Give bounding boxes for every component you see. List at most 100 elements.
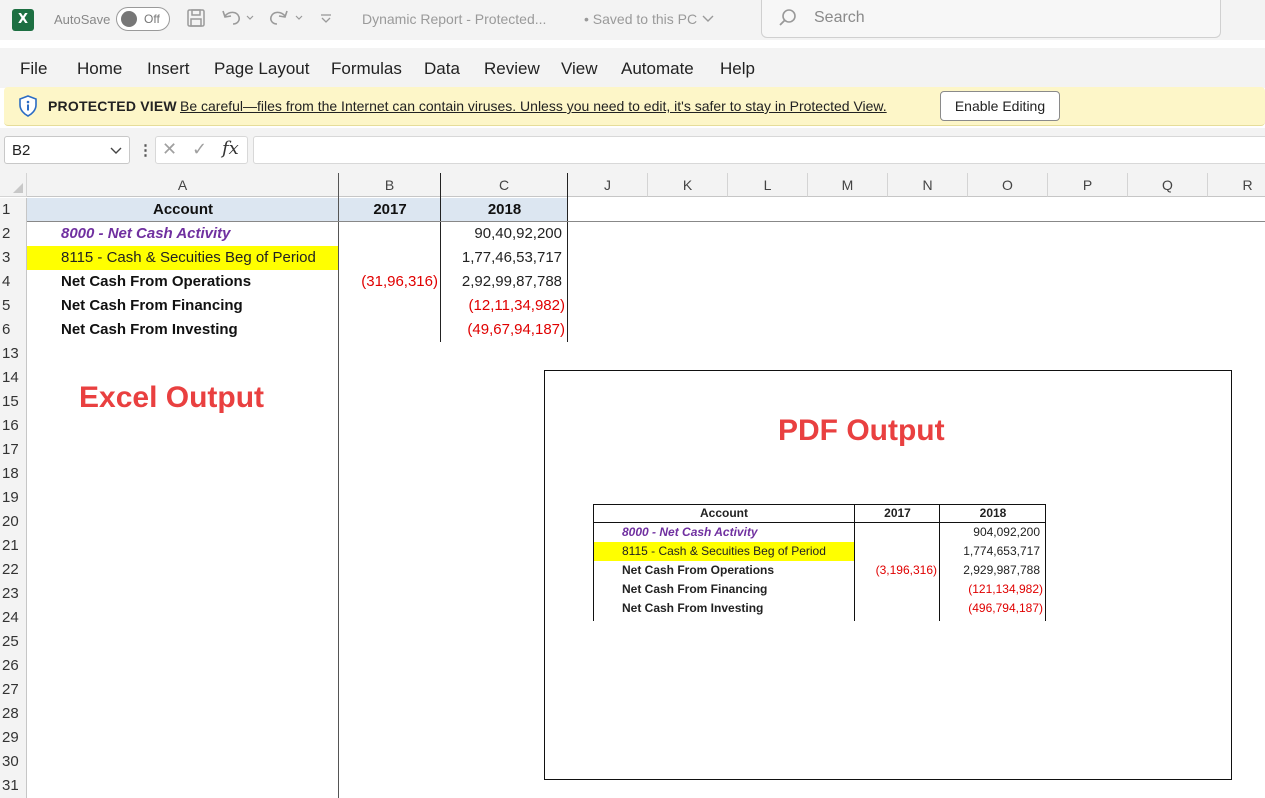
column-header-b[interactable]: B <box>339 173 441 197</box>
row-header[interactable]: 13 <box>0 342 27 366</box>
row-header[interactable]: 28 <box>0 702 27 726</box>
cell-account[interactable]: 8000 - Net Cash Activity <box>27 222 339 246</box>
autosave-state: Off <box>144 12 160 26</box>
menu-insert[interactable]: Insert <box>147 59 190 79</box>
cell-2018-value[interactable]: 90,40,92,200 <box>441 222 568 246</box>
row-header[interactable]: 24 <box>0 606 27 630</box>
cell-2017-value[interactable]: (31,96,316) <box>339 270 441 294</box>
menu-automate[interactable]: Automate <box>621 59 694 79</box>
row-header[interactable]: 27 <box>0 678 27 702</box>
row-header[interactable]: 2 <box>0 222 27 246</box>
column-header-l[interactable]: L <box>728 173 808 197</box>
search-box[interactable]: Search <box>761 0 1221 38</box>
name-box[interactable]: B2 <box>4 136 130 164</box>
column-header-j[interactable]: J <box>568 173 648 197</box>
cell-c1-2018-header[interactable]: 2018 <box>441 198 568 222</box>
column-header-q[interactable]: Q <box>1128 173 1208 197</box>
saved-status[interactable]: • Saved to this PC <box>584 11 715 27</box>
column-header-m[interactable]: M <box>808 173 888 197</box>
row-header[interactable]: 5 <box>0 294 27 318</box>
pdf-account: Net Cash From Operations <box>622 563 775 577</box>
row-header[interactable]: 22 <box>0 558 27 582</box>
select-all-corner[interactable] <box>0 173 27 197</box>
menu-view[interactable]: View <box>561 59 598 79</box>
row-header[interactable]: 26 <box>0 654 27 678</box>
row-header[interactable]: 20 <box>0 510 27 534</box>
menu-bar: File Home Insert Page Layout Formulas Da… <box>0 48 1265 88</box>
pdf-table: Account 2017 2018 8000 - Net Cash Activi… <box>593 504 1046 621</box>
column-header-n[interactable]: N <box>888 173 968 197</box>
column-border <box>338 173 339 798</box>
column-header-o[interactable]: O <box>968 173 1048 197</box>
name-box-value: B2 <box>12 142 31 159</box>
cancel-icon[interactable]: ✕ <box>162 139 177 160</box>
pdf-2018-value: 2,929,987,788 <box>963 563 1040 577</box>
cell-a1-account-header[interactable]: Account <box>27 198 339 222</box>
row-header[interactable]: 25 <box>0 630 27 654</box>
pdf-header-2017: 2017 <box>884 506 911 520</box>
column-header-a[interactable]: A <box>27 173 339 197</box>
row-header[interactable]: 30 <box>0 750 27 774</box>
pdf-2018-value: 1,774,653,717 <box>963 544 1040 558</box>
enable-editing-button[interactable]: Enable Editing <box>940 91 1060 121</box>
menu-file[interactable]: File <box>20 59 47 79</box>
cell-account[interactable]: Net Cash From Financing <box>27 294 339 318</box>
row-header[interactable]: 31 <box>0 774 27 798</box>
row-header[interactable]: 19 <box>0 486 27 510</box>
pdf-border <box>1045 504 1046 621</box>
customize-toolbar-icon[interactable] <box>318 8 334 30</box>
row-header[interactable]: 21 <box>0 534 27 558</box>
save-icon[interactable] <box>186 8 206 30</box>
row-header[interactable]: 1 <box>0 198 27 222</box>
column-header-c[interactable]: C <box>441 173 568 197</box>
menu-data[interactable]: Data <box>424 59 460 79</box>
undo-icon[interactable] <box>220 8 254 30</box>
insert-function-icon[interactable]: fx <box>222 138 239 159</box>
row-header[interactable]: 16 <box>0 414 27 438</box>
document-title[interactable]: Dynamic Report - Protected... <box>362 11 546 27</box>
row-header[interactable]: 23 <box>0 582 27 606</box>
menu-help[interactable]: Help <box>720 59 755 79</box>
autosave-toggle[interactable]: Off <box>116 7 170 31</box>
excel-logo-icon: X <box>12 9 34 31</box>
protected-view-label: PROTECTED VIEW <box>48 98 177 114</box>
cell-2018-value[interactable]: 2,92,99,87,788 <box>441 270 568 294</box>
worksheet-grid[interactable]: A B C J K L M N O P Q R 1 2 3 4 5 6 13 1… <box>0 173 1265 798</box>
saved-status-text: • Saved to this PC <box>584 11 698 27</box>
cell-2018-value[interactable]: (49,67,94,187) <box>441 318 568 342</box>
column-header-p[interactable]: P <box>1048 173 1128 197</box>
pdf-border <box>593 504 594 621</box>
row-header[interactable]: 17 <box>0 438 27 462</box>
row-header[interactable]: 4 <box>0 270 27 294</box>
row-header[interactable]: 15 <box>0 390 27 414</box>
shield-info-icon <box>18 95 38 117</box>
protected-view-message[interactable]: Be careful—files from the Internet can c… <box>180 98 887 114</box>
cell-2018-value[interactable]: (12,11,34,982) <box>441 294 568 318</box>
cell-2018-value[interactable]: 1,77,46,53,717 <box>441 246 568 270</box>
more-options-icon[interactable]: ⋮ <box>138 141 153 159</box>
pdf-output-box[interactable]: PDF Output Account 2017 2018 8000 - Net … <box>544 370 1232 780</box>
row-header[interactable]: 29 <box>0 726 27 750</box>
row-header[interactable]: 14 <box>0 366 27 390</box>
column-header-k[interactable]: K <box>648 173 728 197</box>
cell-account[interactable]: Net Cash From Investing <box>27 318 339 342</box>
row-header[interactable]: 18 <box>0 462 27 486</box>
row-header[interactable]: 3 <box>0 246 27 270</box>
menu-formulas[interactable]: Formulas <box>331 59 402 79</box>
menu-page-layout[interactable]: Page Layout <box>214 59 309 79</box>
pdf-account: Net Cash From Financing <box>622 582 768 596</box>
menu-home[interactable]: Home <box>77 59 122 79</box>
redo-icon[interactable] <box>268 8 308 30</box>
row-header[interactable]: 6 <box>0 318 27 342</box>
formula-input[interactable] <box>253 136 1265 164</box>
pdf-2018-value: (121,134,982) <box>968 582 1043 596</box>
cell-account[interactable]: 8115 - Cash & Secuities Beg of Period <box>27 246 339 270</box>
cell-account[interactable]: Net Cash From Operations <box>27 270 339 294</box>
pdf-account: 8115 - Cash & Secuities Beg of Period <box>593 542 855 561</box>
cell-b1-2017-header[interactable]: 2017 <box>339 198 441 222</box>
column-header-r[interactable]: R <box>1208 173 1265 197</box>
enter-icon[interactable]: ✓ <box>192 139 207 160</box>
row-border <box>27 221 1265 222</box>
excel-output-label: Excel Output <box>79 381 265 414</box>
menu-review[interactable]: Review <box>484 59 540 79</box>
